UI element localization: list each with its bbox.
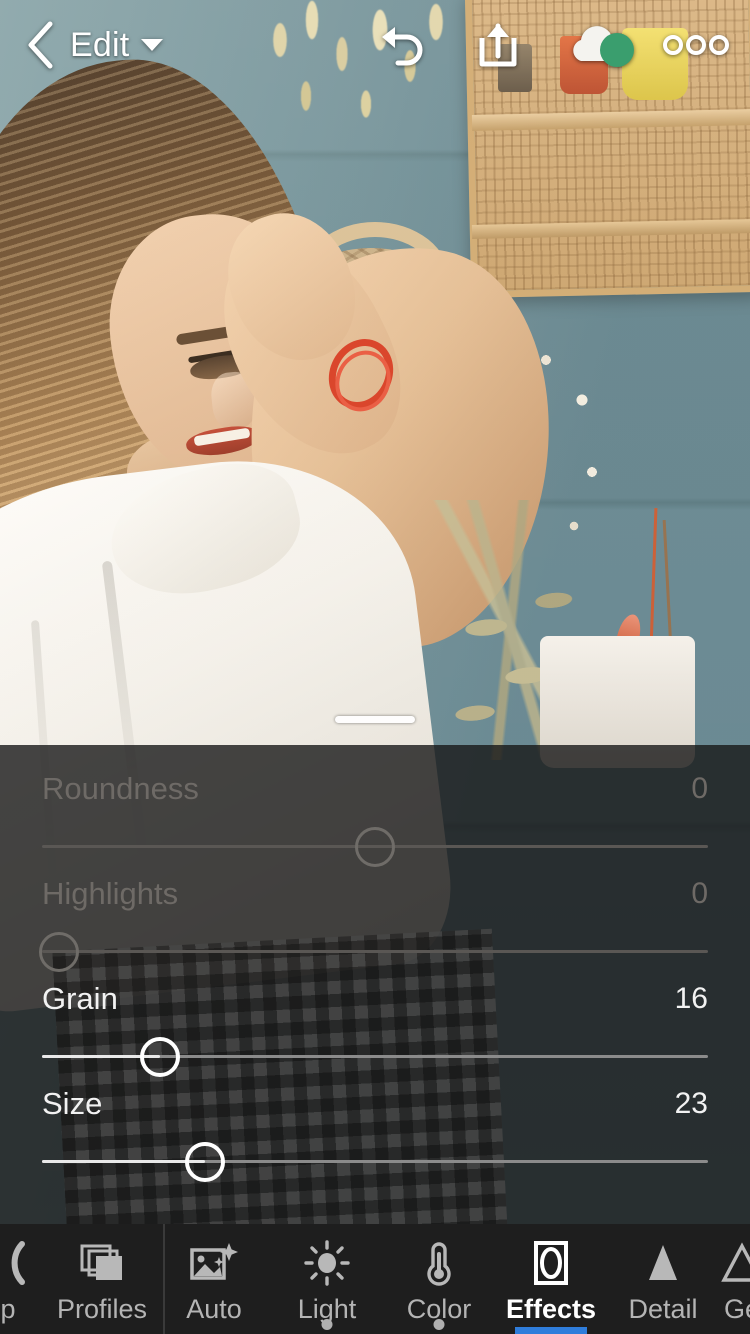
slider-row-highlights[interactable]: Highlights 0	[0, 868, 750, 973]
more-options-button[interactable]	[660, 15, 732, 75]
nav-item-label: Ge	[723, 1294, 750, 1324]
nav-active-underline	[515, 1327, 587, 1334]
profiles-icon	[74, 1238, 130, 1288]
top-toolbar: Edit	[0, 0, 750, 90]
sync-status-badge	[600, 33, 634, 67]
photo-resize-handle[interactable]	[335, 716, 415, 723]
slider-header: Roundness 0	[0, 763, 750, 815]
slider-track[interactable]	[42, 827, 708, 867]
slider-track[interactable]	[42, 1142, 708, 1182]
edit-title-dropdown[interactable]: Edit	[70, 25, 164, 65]
slider-header: Size 23	[0, 1078, 750, 1130]
nav-item-label: p	[0, 1294, 16, 1324]
edit-tool-navbar: pProfilesAutoLightColorEffectsDetailGe	[0, 1224, 750, 1334]
undo-icon	[382, 27, 423, 66]
auto-icon	[186, 1238, 242, 1288]
slider-value: 0	[691, 877, 708, 910]
sun-icon	[299, 1238, 355, 1288]
slider-track-fill	[42, 1160, 206, 1163]
share-export-icon	[479, 23, 517, 67]
slider-row-roundness[interactable]: Roundness 0	[0, 763, 750, 868]
slider-track[interactable]	[38, 932, 708, 972]
page-title: Edit	[70, 25, 130, 64]
slider-header: Grain 16	[0, 973, 750, 1025]
slider-header: Highlights 0	[0, 868, 750, 920]
back-button[interactable]	[18, 17, 62, 73]
thermometer-icon	[411, 1238, 467, 1288]
slider-thumb[interactable]	[355, 827, 395, 867]
nav-item-label: Effects	[505, 1294, 597, 1324]
more-options-icon	[663, 35, 729, 55]
geometry-icon	[714, 1238, 750, 1288]
nav-item-label: Auto	[186, 1294, 242, 1324]
caret-down-icon	[141, 39, 164, 51]
share-button[interactable]	[468, 15, 528, 75]
lightroom-edit-screen: Edit Roundness 0 Highlights 0 Grain 16 S…	[0, 0, 750, 1334]
effects-icon	[523, 1238, 579, 1288]
slider-label: Size	[42, 1086, 103, 1121]
nav-edited-indicator	[321, 1319, 333, 1330]
undo-button[interactable]	[370, 15, 432, 75]
effects-slider-panel: Roundness 0 Highlights 0 Grain 16 Size 23	[0, 745, 750, 1244]
slider-value: 0	[691, 772, 708, 805]
slider-label: Highlights	[42, 876, 179, 911]
slider-row-grain[interactable]: Grain 16	[0, 973, 750, 1078]
nav-item-label: Profiles	[56, 1294, 148, 1324]
nav-edited-indicator	[433, 1319, 445, 1330]
slider-row-size[interactable]: Size 23	[0, 1078, 750, 1183]
cloud-sync-button[interactable]	[558, 15, 642, 75]
chevron-left-icon	[28, 21, 53, 69]
slider-track[interactable]	[42, 1037, 708, 1077]
nav-divider	[163, 1224, 165, 1334]
slider-label: Roundness	[42, 771, 199, 806]
slider-thumb[interactable]	[38, 932, 79, 972]
slider-value: 23	[674, 1087, 708, 1120]
slider-thumb[interactable]	[185, 1142, 226, 1182]
slider-value: 16	[674, 982, 708, 1015]
nav-item-ge[interactable]: Ge	[667, 1224, 750, 1334]
slider-thumb[interactable]	[139, 1037, 180, 1077]
slider-label: Grain	[42, 981, 118, 1016]
slider-track-background	[42, 950, 708, 953]
